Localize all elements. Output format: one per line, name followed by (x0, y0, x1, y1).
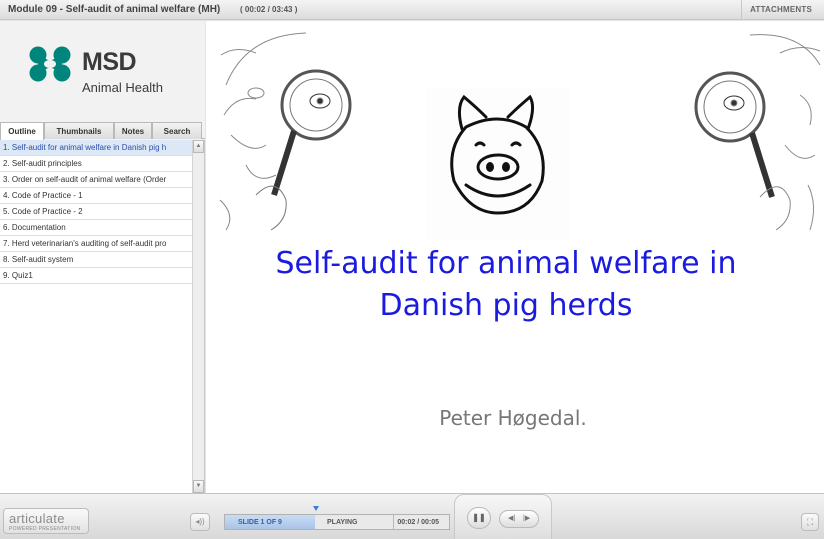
playback-status: PLAYING (327, 519, 358, 526)
progress-marker[interactable] (313, 506, 319, 511)
outline-item[interactable]: 4. Code of Practice - 1 (0, 188, 192, 204)
magnifier-sketch-right (694, 34, 821, 231)
pig-logo-icon (426, 89, 570, 239)
magnifier-sketch-left (219, 32, 352, 231)
brand-subtitle: Animal Health (82, 80, 163, 95)
playback-bar: articulate POWERED PRESENTATION ◂)) SLID… (0, 493, 824, 539)
sidebar: MSD Animal Health Outline Thumbnails Not… (0, 21, 205, 493)
transport-controls: ❚❚ ◀| |▶ (454, 494, 552, 539)
presenter-name: Peter Høgedal. (439, 406, 587, 430)
outline-panel: 1. Self-audit for animal welfare in Dani… (0, 140, 205, 493)
pause-icon[interactable]: ❚❚ (467, 507, 491, 529)
module-title: Module 09 - Self-audit of animal welfare… (8, 4, 221, 15)
brand-name: MSD (82, 48, 137, 76)
outline-list: 1. Self-audit for animal welfare in Dani… (0, 140, 192, 284)
fullscreen-icon[interactable]: ⛶ (801, 513, 819, 531)
title-bar: Module 09 - Self-audit of animal welfare… (0, 0, 824, 20)
outline-item[interactable]: 3. Order on self-audit of animal welfare… (0, 172, 192, 188)
attachments-button[interactable]: ATTACHMENTS (741, 0, 824, 20)
msd-logo-icon (29, 46, 71, 82)
outline-item[interactable]: 9. Quiz1 (0, 268, 192, 284)
slide-nav: ◀| |▶ (499, 510, 539, 528)
articulate-tagline: POWERED PRESENTATION (9, 526, 81, 532)
outline-item[interactable]: 5. Code of Practice - 2 (0, 204, 192, 220)
articulate-wordmark: articulate (9, 511, 65, 526)
outline-item[interactable]: 2. Self-audit principles (0, 156, 192, 172)
tab-thumbnails[interactable]: Thumbnails (44, 122, 114, 139)
outline-item[interactable]: 7. Herd veterinarian's auditing of self-… (0, 236, 192, 252)
outline-item[interactable]: 1. Self-audit for animal welfare in Dani… (0, 140, 192, 156)
tab-notes[interactable]: Notes (114, 122, 152, 139)
sidebar-tabs: Outline Thumbnails Notes Search (0, 122, 205, 140)
previous-icon[interactable]: ◀| (508, 514, 515, 522)
company-logo: MSD Animal Health (0, 21, 205, 119)
elapsed-time: 00:02 / 00:05 (397, 519, 439, 526)
scroll-up-icon[interactable]: ▲ (193, 140, 204, 153)
slide-title-line-1: Self-audit for animal welfare in (275, 246, 737, 281)
presentation-player: Module 09 - Self-audit of animal welfare… (0, 0, 824, 539)
tab-search[interactable]: Search (152, 122, 202, 139)
articulate-logo[interactable]: articulate POWERED PRESENTATION (3, 508, 89, 534)
total-time: ( 00:02 / 03:43 ) (240, 5, 298, 14)
progress-divider (393, 515, 394, 529)
next-icon[interactable]: |▶ (523, 514, 530, 522)
slide-title-line-2: Danish pig herds (379, 288, 633, 323)
outline-item[interactable]: 6. Documentation (0, 220, 192, 236)
scroll-down-icon[interactable]: ▼ (193, 480, 204, 493)
slide-canvas: Self-audit for animal welfare in Danish … (206, 21, 824, 493)
outline-scrollbar[interactable]: ▲ ▼ (192, 140, 204, 493)
slide-counter: SLIDE 1 OF 9 (238, 519, 282, 526)
volume-icon[interactable]: ◂)) (190, 513, 210, 531)
tab-outline[interactable]: Outline (0, 122, 44, 140)
outline-item[interactable]: 8. Self-audit system (0, 252, 192, 268)
slide-title: Self-audit for animal welfare in Danish … (206, 243, 806, 327)
progress-bar[interactable]: SLIDE 1 OF 9 PLAYING 00:02 / 00:05 (224, 514, 450, 530)
